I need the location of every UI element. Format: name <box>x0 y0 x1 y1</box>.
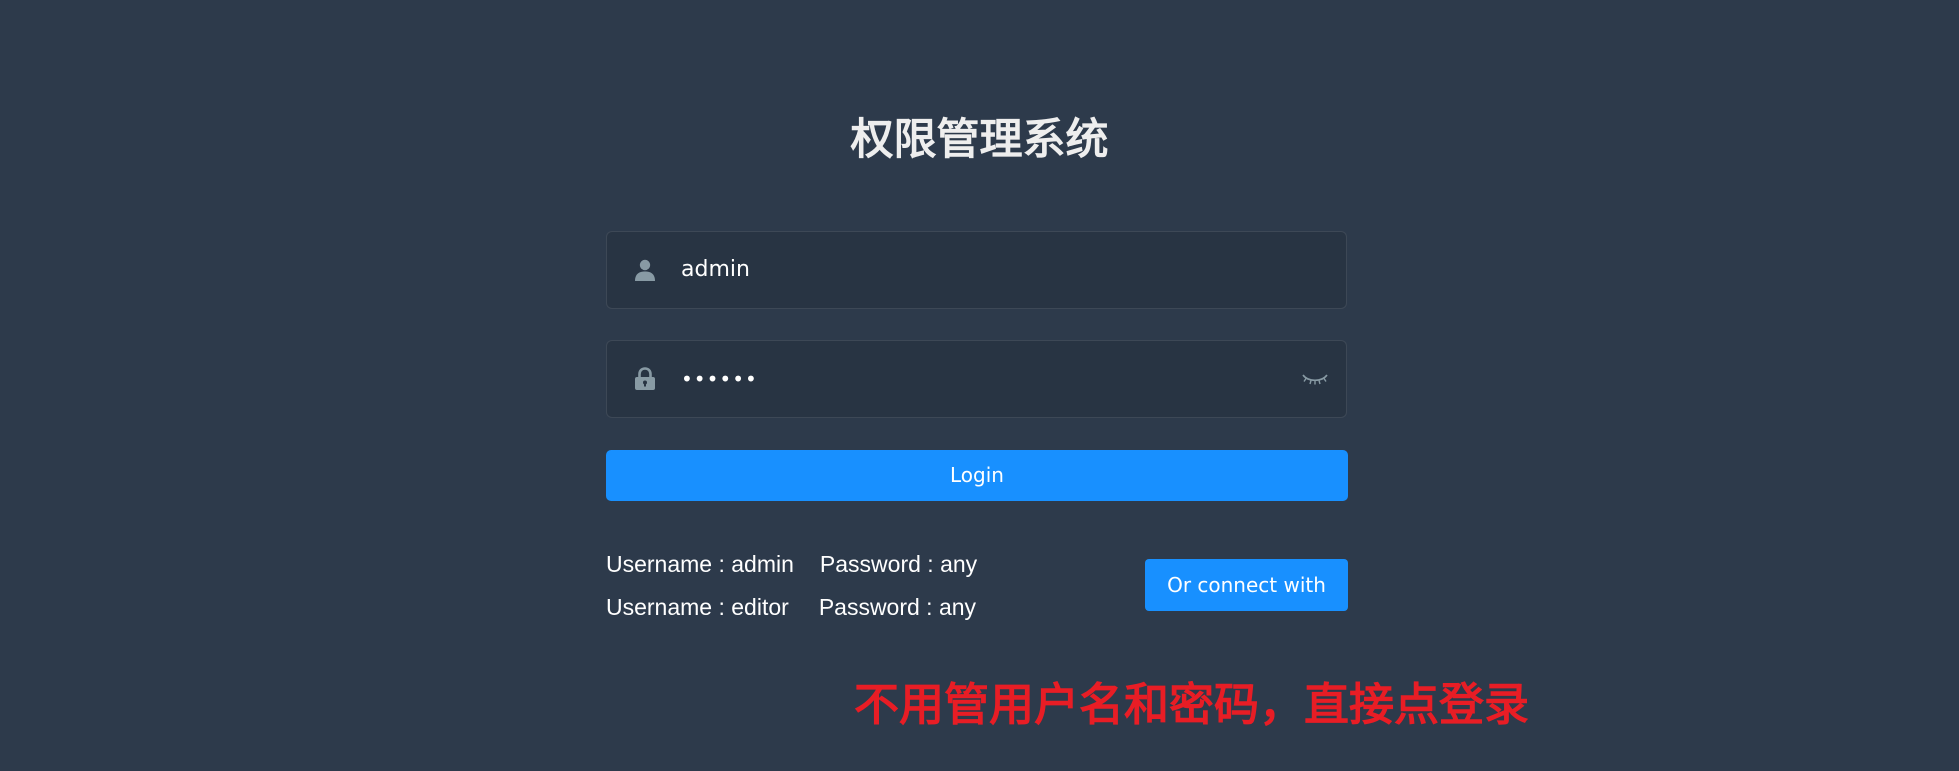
lock-icon <box>633 367 657 391</box>
user-icon <box>633 258 657 282</box>
password-input[interactable]: •••••• <box>681 341 1281 417</box>
username-field[interactable] <box>606 231 1347 309</box>
password-field[interactable]: •••••• <box>606 340 1347 418</box>
tip-password: Password : any <box>819 551 978 577</box>
eye-closed-icon[interactable] <box>1300 367 1330 391</box>
username-input[interactable] <box>681 232 1281 308</box>
login-button[interactable]: Login <box>606 450 1348 501</box>
tip-row: Username : editor Password : any <box>606 592 976 622</box>
tip-password: Password : any <box>818 594 977 620</box>
connect-with-button[interactable]: Or connect with <box>1145 559 1348 611</box>
page-title: 权限管理系统 <box>850 115 1109 165</box>
annotation-note: 不用管用户名和密码，直接点登录 <box>854 678 1530 731</box>
tip-row: Username : admin Password : any <box>606 549 977 579</box>
tip-username: Username : admin <box>606 551 794 577</box>
tip-username: Username : editor <box>606 594 789 620</box>
